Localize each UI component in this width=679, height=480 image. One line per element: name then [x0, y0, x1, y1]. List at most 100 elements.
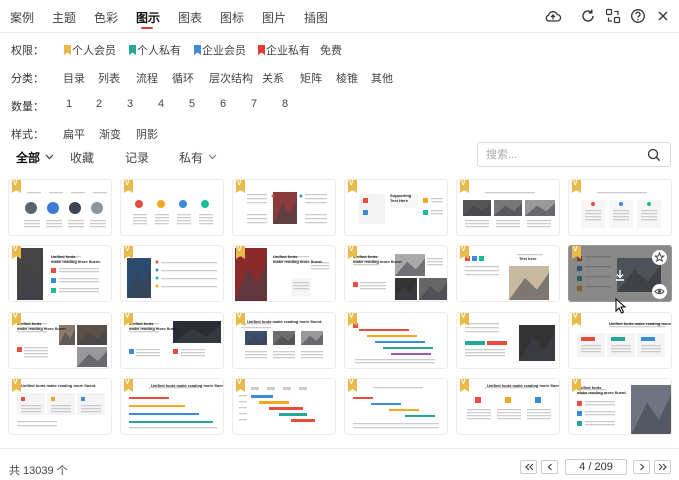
thumbnail-heading: Unified fonts make reading more fluent.	[247, 319, 322, 324]
tab-colors[interactable]: 色彩	[94, 9, 118, 26]
filter-free[interactable]: 免费	[320, 42, 342, 58]
category-option[interactable]: 目录	[63, 70, 85, 86]
template-thumbnail[interactable]	[232, 378, 336, 435]
template-thumbnail[interactable]: Unified fonts make reading more fluent.	[232, 245, 336, 302]
quantity-option[interactable]: 5	[189, 98, 195, 110]
thumbnail-heading: make reading more fluent.	[577, 390, 627, 395]
filter-personal-private[interactable]: 个人私有	[129, 42, 181, 58]
style-option[interactable]: 渐变	[99, 126, 121, 142]
permission-filter-row: 权限： 个人会员 个人私有 企业会员 企业私有 免费	[0, 42, 679, 60]
category-option[interactable]: 棱锥	[336, 70, 358, 86]
pagination-footer: 共 13039 个 4 / 209	[0, 448, 679, 480]
tab-icons[interactable]: 图标	[220, 9, 244, 26]
template-thumbnail[interactable]	[120, 245, 224, 302]
layout-switch-icon[interactable]	[604, 7, 622, 25]
template-thumbnail[interactable]: Supporting Text Here	[344, 179, 448, 236]
quantity-option[interactable]: 4	[158, 98, 164, 110]
template-thumbnail[interactable]: Unified fonts make reading more fluent.	[568, 312, 672, 369]
search-icon[interactable]	[647, 148, 661, 162]
category-option[interactable]: 矩阵	[300, 70, 322, 86]
template-thumbnail[interactable]: Unified fonts make reading more fluent.	[8, 245, 112, 302]
template-preview	[133, 200, 213, 225]
template-thumbnail[interactable]	[344, 312, 448, 369]
subtab-history[interactable]: 记录	[125, 149, 149, 166]
template-thumbnail[interactable]	[8, 179, 112, 236]
category-label: 分类：	[11, 73, 44, 85]
close-icon[interactable]	[654, 7, 672, 25]
prev-page-button[interactable]	[541, 460, 558, 474]
template-preview	[581, 192, 661, 228]
personal-member-badge-icon	[64, 45, 71, 55]
permission-label: 权限：	[11, 45, 44, 57]
quantity-option[interactable]: 1	[66, 98, 72, 110]
thumbnail-heading: Text Here	[390, 198, 409, 203]
template-preview	[239, 387, 315, 422]
filter-enterprise-private[interactable]: 企业私有	[258, 42, 310, 58]
quantity-option[interactable]: 6	[220, 98, 226, 110]
search-box	[477, 142, 671, 167]
filter-enterprise-member[interactable]: 企业会员	[194, 42, 246, 58]
quantity-option[interactable]: 3	[127, 98, 133, 110]
tab-themes[interactable]: 主题	[52, 9, 76, 26]
template-thumbnail[interactable]	[344, 378, 448, 435]
template-thumbnail[interactable]: Unified fonts make reading more fluent.	[568, 378, 672, 435]
style-option[interactable]: 扁平	[63, 126, 85, 142]
template-thumbnail[interactable]	[232, 179, 336, 236]
preview-eye-icon[interactable]	[652, 284, 667, 299]
template-preview: Unified fonts make reading more fluent.	[17, 383, 105, 427]
category-option[interactable]: 层次结构	[209, 70, 253, 86]
template-thumbnail[interactable]	[568, 179, 672, 236]
category-option[interactable]: 关系	[262, 70, 284, 86]
subtab-private[interactable]: 私有	[179, 149, 217, 166]
tab-charts[interactable]: 图表	[178, 9, 202, 26]
template-preview: Unified fonts make reading more fluent.	[467, 383, 559, 420]
tab-illustrations[interactable]: 插图	[304, 9, 328, 26]
template-thumbnail[interactable]: Unified fonts make reading more fluent.	[456, 378, 560, 435]
template-preview: Unified fontsmake reading more fluent.	[17, 321, 107, 367]
filter-personal-member[interactable]: 个人会员	[64, 42, 116, 58]
double-chevron-right-icon	[658, 463, 667, 471]
tab-cases[interactable]: 案例	[10, 9, 34, 26]
thumbnail-heading: Text here	[519, 256, 537, 261]
subtab-favorites[interactable]: 收藏	[70, 149, 94, 166]
template-thumbnail[interactable]	[456, 179, 560, 236]
chevron-right-icon	[639, 463, 644, 471]
option-label: 个人私有	[137, 45, 181, 57]
template-thumbnail[interactable]: Unified fonts make reading more fluent.	[8, 378, 112, 435]
favorite-star-icon[interactable]	[652, 250, 667, 265]
template-thumbnail[interactable]: Unified fonts make reading more fluent.	[344, 245, 448, 302]
cloud-upload-icon[interactable]	[544, 7, 562, 25]
category-option[interactable]: 列表	[98, 70, 120, 86]
enterprise-private-badge-icon	[258, 45, 265, 55]
thumbnail-heading: make reading more fluent.	[129, 326, 179, 331]
next-page-button[interactable]	[633, 460, 650, 474]
quantity-option[interactable]: 2	[96, 98, 102, 110]
template-thumbnail[interactable]	[568, 245, 672, 302]
quantity-option[interactable]: 7	[251, 98, 257, 110]
option-label: 企业会员	[202, 45, 246, 57]
last-page-button[interactable]	[654, 460, 671, 474]
template-thumbnail[interactable]	[120, 179, 224, 236]
quantity-option[interactable]: 8	[282, 98, 288, 110]
template-thumbnail[interactable]: Unified fonts make reading more fluent.	[232, 312, 336, 369]
template-thumbnail[interactable]: Text here	[456, 245, 560, 302]
refresh-icon[interactable]	[579, 7, 597, 25]
download-icon[interactable]	[613, 268, 627, 282]
category-option[interactable]: 循环	[172, 70, 194, 86]
help-icon[interactable]	[629, 7, 647, 25]
category-option[interactable]: 其他	[371, 70, 393, 86]
category-filter-row: 分类： 目录 列表 流程 循环 层次结构 关系 矩阵 棱锥 其他	[0, 70, 679, 88]
page-input[interactable]: 4 / 209	[565, 459, 627, 475]
category-option[interactable]: 流程	[136, 70, 158, 86]
subtab-all[interactable]: 全部	[16, 149, 54, 166]
first-page-button[interactable]	[520, 460, 537, 474]
template-thumbnail[interactable]: Unified fonts make reading more fluent.	[8, 312, 112, 369]
tab-diagrams[interactable]: 图示	[136, 9, 160, 26]
option-label: 个人会员	[72, 45, 116, 57]
template-thumbnail[interactable]	[456, 312, 560, 369]
tab-pictures[interactable]: 图片	[262, 9, 286, 26]
style-option[interactable]: 阴影	[136, 126, 158, 142]
template-thumbnail[interactable]: Unified fonts make reading more fluent.	[120, 312, 224, 369]
template-thumbnail[interactable]: Unified fonts make reading more fluent.	[120, 378, 224, 435]
search-input[interactable]	[486, 147, 636, 163]
